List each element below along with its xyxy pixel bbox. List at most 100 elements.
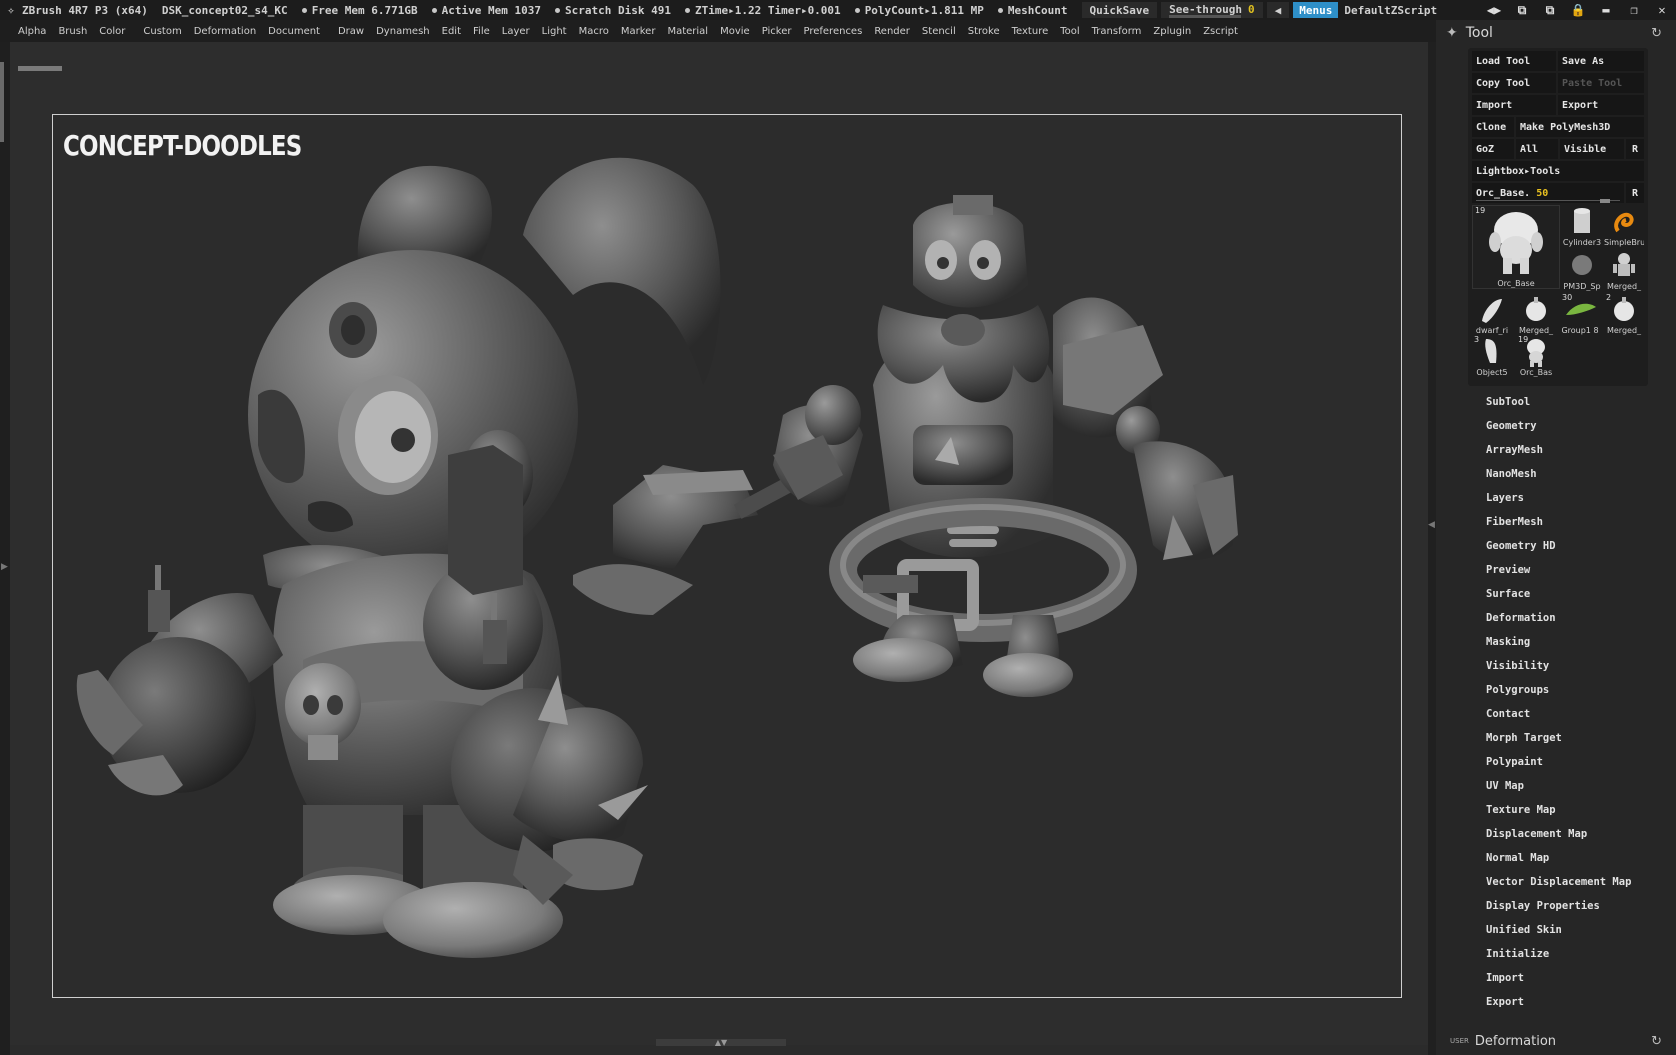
bottom-tray-handle[interactable]: ▲▼ <box>656 1038 786 1047</box>
menu-stencil[interactable]: Stencil <box>916 26 962 37</box>
subpalette-displacement-map[interactable]: Displacement Map <box>1466 822 1666 846</box>
menus-toggle[interactable]: Menus <box>1293 2 1339 18</box>
tool-thumb-group1[interactable]: 30 Group1 8 <box>1560 293 1600 335</box>
menu-layer[interactable]: Layer <box>496 26 536 37</box>
tool-thumb-merged-2[interactable]: Merged_ <box>1516 293 1556 335</box>
subpalette-deformation[interactable]: Deformation <box>1466 606 1666 630</box>
subpalette-uv-map[interactable]: UV Map <box>1466 774 1666 798</box>
subpalette-surface[interactable]: Surface <box>1466 582 1666 606</box>
subpalette-fibermesh[interactable]: FiberMesh <box>1466 510 1666 534</box>
restore-icon[interactable]: ❐ <box>1620 3 1648 18</box>
default-zscript-button[interactable]: DefaultZScript <box>1344 4 1437 17</box>
subpalette-masking[interactable]: Masking <box>1466 630 1666 654</box>
viewport[interactable]: CONCEPT-DOODLES <box>52 114 1402 998</box>
save-as-button[interactable]: Save As <box>1558 51 1644 71</box>
menu-color[interactable]: Color <box>93 26 131 37</box>
tool-thumb-orc-base[interactable]: 19 Orc_Base <box>1472 205 1560 289</box>
menu-deformation[interactable]: Deformation <box>188 26 262 37</box>
subpalette-geometry-hd[interactable]: Geometry HD <box>1466 534 1666 558</box>
menu-light[interactable]: Light <box>536 26 573 37</box>
tool-thumb-pm3d-sphere[interactable]: PM3D_Sp <box>1562 249 1602 291</box>
subpalette-arraymesh[interactable]: ArrayMesh <box>1466 438 1666 462</box>
right-tray[interactable]: ◀ <box>1428 42 1436 1055</box>
menu-texture[interactable]: Texture <box>1006 26 1055 37</box>
export-button[interactable]: Export <box>1558 95 1644 115</box>
subpalette-polygroups[interactable]: Polygroups <box>1466 678 1666 702</box>
tray-expand-icon[interactable]: ▶ <box>1 562 8 572</box>
pin-icon[interactable]: ✦ <box>1446 25 1458 41</box>
menu-draw[interactable]: Draw <box>332 26 370 37</box>
tool-thumb-object5[interactable]: 3 Object5 <box>1472 335 1512 377</box>
tool-palette-header[interactable]: ✦ Tool ↻ <box>1436 20 1676 46</box>
goz-visible-button[interactable]: Visible <box>1560 139 1624 159</box>
subpalette-unified-skin[interactable]: Unified Skin <box>1466 918 1666 942</box>
menu-stroke[interactable]: Stroke <box>962 26 1006 37</box>
tray-collapse-icon[interactable]: ◀ <box>1428 520 1435 530</box>
quicksave-button[interactable]: QuickSave <box>1081 2 1158 18</box>
lock-icon[interactable]: 🔒 <box>1564 3 1592 18</box>
menu-dynamesh[interactable]: Dynamesh <box>370 26 436 37</box>
canvas-scroll-tab[interactable] <box>18 66 62 71</box>
lightbox-tools-button[interactable]: Lightbox▸Tools <box>1472 161 1644 181</box>
menu-document[interactable]: Document <box>262 26 326 37</box>
left-tray[interactable]: ▶ <box>0 42 10 1055</box>
deformation-palette-header[interactable]: USER Deformation ↻ <box>1436 1030 1676 1052</box>
tool-thumb-merged-3[interactable]: 2 Merged_ <box>1604 293 1644 335</box>
script-nav-icon[interactable]: ◀▶ <box>1480 3 1508 18</box>
document-canvas[interactable]: CONCEPT-DOODLES <box>10 42 1428 1045</box>
subpalette-texture-map[interactable]: Texture Map <box>1466 798 1666 822</box>
copy-tool-button[interactable]: Copy Tool <box>1472 73 1556 93</box>
menu-custom[interactable]: Custom <box>137 26 187 37</box>
make-polymesh3d-button[interactable]: Make PolyMesh3D <box>1516 117 1644 137</box>
menu-zplugin[interactable]: Zplugin <box>1147 26 1197 37</box>
goz-all-button[interactable]: All <box>1516 139 1558 159</box>
subpalette-geometry[interactable]: Geometry <box>1466 414 1666 438</box>
menu-macro[interactable]: Macro <box>573 26 615 37</box>
goz-button[interactable]: GoZ <box>1472 139 1514 159</box>
menu-picker[interactable]: Picker <box>756 26 798 37</box>
goz-r-button[interactable]: R <box>1626 139 1644 159</box>
tool-thumb-merged-1[interactable]: Merged_ <box>1604 249 1644 291</box>
reset-icon[interactable]: ↻ <box>1651 26 1662 41</box>
tool-thumb-simplebrush[interactable]: SimpleBru <box>1604 205 1644 247</box>
import-button[interactable]: Import <box>1472 95 1556 115</box>
sculpt-render[interactable] <box>53 115 1403 999</box>
subpalette-display-properties[interactable]: Display Properties <box>1466 894 1666 918</box>
minimize-icon[interactable]: ▬ <box>1592 3 1620 18</box>
tool-thumb-dwarf-ri[interactable]: dwarf_ri <box>1472 293 1512 335</box>
tool-slider[interactable]: Orc_Base. 50 <box>1472 183 1624 203</box>
reset-icon[interactable]: ↻ <box>1651 1034 1662 1049</box>
subpalette-vector-displacement-map[interactable]: Vector Displacement Map <box>1466 870 1666 894</box>
menu-transform[interactable]: Transform <box>1086 26 1148 37</box>
see-through-slider[interactable]: See-through 0 <box>1161 2 1263 18</box>
subpalette-visibility[interactable]: Visibility <box>1466 654 1666 678</box>
menu-marker[interactable]: Marker <box>615 26 662 37</box>
menu-edit[interactable]: Edit <box>436 26 467 37</box>
tool-thumb-cylinder3[interactable]: Cylinder3 <box>1562 205 1602 247</box>
subpalette-layers[interactable]: Layers <box>1466 486 1666 510</box>
subpalette-polypaint[interactable]: Polypaint <box>1466 750 1666 774</box>
arrow-left-icon[interactable]: ◀ <box>1266 2 1290 18</box>
subpalette-normal-map[interactable]: Normal Map <box>1466 846 1666 870</box>
menu-movie[interactable]: Movie <box>714 26 756 37</box>
close-icon[interactable]: ✕ <box>1648 3 1676 18</box>
menu-preferences[interactable]: Preferences <box>797 26 868 37</box>
subpalette-nanomesh[interactable]: NanoMesh <box>1466 462 1666 486</box>
subpalette-contact[interactable]: Contact <box>1466 702 1666 726</box>
layout-swap-icon[interactable]: ⧉ <box>1536 3 1564 18</box>
layout-icon[interactable]: ⧉ <box>1508 3 1536 18</box>
menu-alpha[interactable]: Alpha <box>12 26 52 37</box>
menu-material[interactable]: Material <box>661 26 714 37</box>
menu-render[interactable]: Render <box>868 26 916 37</box>
menu-tool[interactable]: Tool <box>1054 26 1085 37</box>
clone-button[interactable]: Clone <box>1472 117 1514 137</box>
subpalette-morph-target[interactable]: Morph Target <box>1466 726 1666 750</box>
slider-r-button[interactable]: R <box>1626 183 1644 203</box>
menu-brush[interactable]: Brush <box>52 26 93 37</box>
tool-thumb-orc-bas[interactable]: 19 Orc_Bas <box>1516 335 1556 377</box>
paste-tool-button[interactable]: Paste Tool <box>1558 73 1644 93</box>
subpalette-subtool[interactable]: SubTool <box>1466 390 1666 414</box>
tool-slider-knob[interactable] <box>1600 199 1610 203</box>
left-tray-handle[interactable] <box>0 62 4 142</box>
subpalette-import[interactable]: Import <box>1466 966 1666 990</box>
